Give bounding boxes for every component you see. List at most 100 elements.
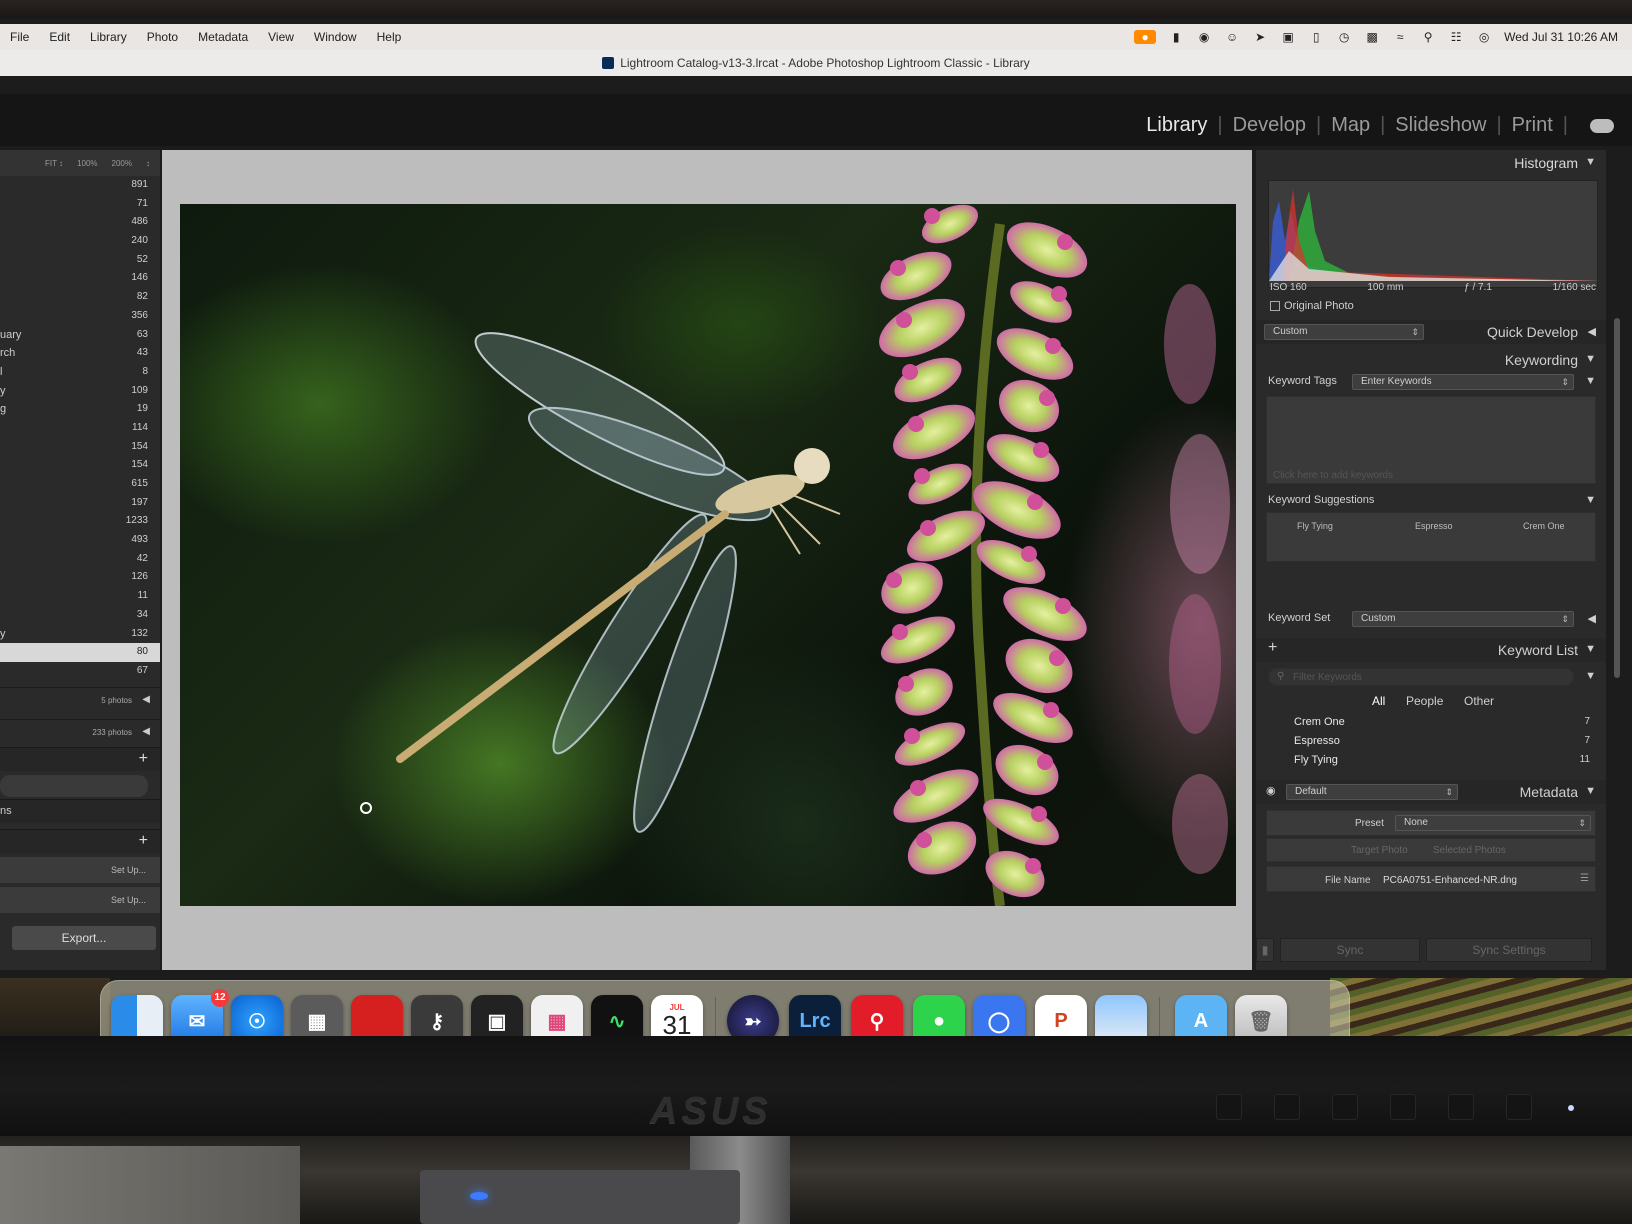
folder-row[interactable]: 67 (0, 662, 160, 681)
keyword-filter-input[interactable]: ⚲ Filter Keywords (1268, 668, 1574, 686)
folder-row[interactable]: 154 (0, 456, 160, 475)
zoom-menu[interactable]: ↕ (146, 159, 150, 168)
calendar-icon[interactable]: JUL 31 (651, 995, 703, 1038)
publish-services-header[interactable]: + (0, 828, 160, 853)
publish-service-row[interactable]: Set Up... (0, 856, 160, 883)
list-icon[interactable]: ☰ (1580, 873, 1589, 884)
collection-row[interactable]: ns (0, 798, 160, 823)
eye-icon[interactable]: ◉ (1196, 30, 1212, 44)
folder-row[interactable]: 154 (0, 438, 160, 457)
keyword-item[interactable]: Fly Tying (1294, 754, 1338, 766)
collections-header[interactable]: + (0, 746, 160, 771)
module-library[interactable]: Library (1146, 114, 1207, 137)
monitor-button[interactable] (1216, 1094, 1242, 1120)
cloud-icon[interactable] (1590, 118, 1614, 133)
keyword-entry-area[interactable]: Click here to add keywords (1266, 396, 1596, 484)
mail-icon[interactable]: ✉ 12 (171, 989, 229, 1038)
keyword-tags-dropdown[interactable]: Enter Keywords ⇕ (1352, 374, 1574, 390)
right-scrollbar[interactable] (1614, 318, 1620, 678)
add-publish-icon[interactable]: + (139, 832, 148, 850)
metadata-header[interactable]: ◉ Default ⇕ Metadata ▼ (1256, 780, 1606, 804)
smart-collection-row[interactable]: 5 photos ◀ (0, 686, 160, 713)
folder-row[interactable]: 486 (0, 213, 160, 232)
panel-toggle-icon[interactable]: ▮ (1256, 938, 1274, 962)
arrow-left-icon[interactable]: ◀ (142, 694, 150, 705)
sync-settings-button[interactable]: Sync Settings (1426, 938, 1592, 962)
export-button[interactable]: Export... (12, 926, 156, 950)
battery-icon[interactable]: ▯ (1308, 30, 1324, 44)
sync-button[interactable]: Sync (1280, 938, 1420, 962)
folder-row[interactable]: 52 (0, 251, 160, 270)
metadata-preset-dropdown[interactable]: Default ⇕ (1286, 784, 1458, 800)
keychain-icon[interactable]: ⚷ (411, 995, 463, 1038)
bookmark-icon[interactable]: ▮ (1168, 30, 1184, 44)
siri-icon[interactable]: ◎ (1476, 30, 1492, 44)
selected-photos-button[interactable]: Selected Photos (1433, 845, 1506, 856)
keyword-list-header[interactable]: + Keyword List ▼ (1256, 638, 1606, 662)
module-print[interactable]: Print (1512, 114, 1553, 137)
collapse-triangle-icon[interactable]: ▼ (1585, 156, 1596, 168)
arrow-left-icon[interactable]: ◀ (142, 726, 150, 737)
monitor-icon[interactable]: ▣ (1280, 30, 1296, 44)
folder-row[interactable]: 71 (0, 195, 160, 214)
folder-row[interactable]: y 132 (0, 625, 160, 644)
folder-row[interactable]: 34 (0, 606, 160, 625)
folder-row[interactable]: l8 (0, 363, 160, 382)
keywording-header[interactable]: Keywording ▼ (1256, 348, 1606, 372)
robot-icon[interactable]: ☺ (1224, 30, 1240, 44)
keyword-item[interactable]: Crem One (1294, 716, 1345, 728)
microphone-icon[interactable]: ● (1134, 30, 1157, 44)
folder-row[interactable]: 11 (0, 587, 160, 606)
folder-row[interactable]: uary 63 (0, 326, 160, 345)
collapse-triangle-icon[interactable]: ▼ (1585, 494, 1596, 506)
monitor-power-button[interactable] (1506, 1094, 1532, 1120)
setup-button[interactable]: Set Up... (111, 865, 146, 875)
filter-dropdown-icon[interactable]: ▼ (1585, 670, 1596, 682)
trash-icon[interactable]: 🗑 (1235, 995, 1287, 1038)
preview-icon[interactable] (1095, 995, 1147, 1038)
original-photo-toggle[interactable]: Original Photo (1270, 300, 1354, 312)
histogram-chart[interactable] (1268, 180, 1599, 288)
tab-other[interactable]: Other (1464, 694, 1494, 708)
add-keyword-icon[interactable]: + (1268, 639, 1277, 657)
folder-row[interactable]: g 19 (0, 400, 160, 419)
zoom-100[interactable]: 100% (77, 159, 97, 168)
preset-dropdown[interactable]: None ⇕ (1395, 815, 1591, 831)
collapse-triangle-icon[interactable]: ◀ (1588, 612, 1596, 625)
saved-preset-dropdown[interactable]: Custom ⇕ (1264, 324, 1424, 340)
folder-row[interactable]: 197 (0, 494, 160, 513)
menu-view[interactable]: View (268, 30, 294, 44)
keyword-item[interactable]: Espresso (1294, 735, 1340, 747)
signal-icon[interactable]: ◯ (973, 995, 1025, 1038)
applications-folder-icon[interactable]: A (1175, 995, 1227, 1038)
menu-window[interactable]: Window (314, 30, 357, 44)
mission-control-icon[interactable]: ▣ (471, 995, 523, 1038)
menu-file[interactable]: File (10, 30, 29, 44)
smart-collection-row[interactable]: 233 photos ◀ (0, 718, 160, 745)
folder-row[interactable]: 146 (0, 269, 160, 288)
finder-icon[interactable] (111, 995, 163, 1038)
lightroom-icon[interactable]: ➳ (727, 995, 779, 1038)
module-slideshow[interactable]: Slideshow (1395, 114, 1486, 137)
folder-row[interactable]: 240 (0, 232, 160, 251)
powerpoint-icon[interactable]: P (1035, 995, 1087, 1038)
display-icon[interactable]: ▩ (1364, 30, 1380, 44)
histogram-header[interactable]: Histogram ▼ (1256, 150, 1606, 176)
signal-icon[interactable]: ➤ (1252, 30, 1268, 44)
zoom-fit[interactable]: FIT ↕ (45, 159, 63, 168)
menu-help[interactable]: Help (377, 30, 402, 44)
folder-row[interactable]: 891 (0, 176, 160, 195)
clock-icon[interactable]: ◷ (1336, 30, 1352, 44)
zoom-200[interactable]: 200% (112, 159, 132, 168)
red-app-icon[interactable] (351, 995, 403, 1038)
folder-row[interactable]: 82 (0, 288, 160, 307)
control-center-icon[interactable]: ☷ (1448, 30, 1464, 44)
wifi-icon[interactable]: ≈ (1392, 30, 1408, 44)
calculator-icon[interactable]: ▦ (291, 995, 343, 1038)
monitor-button[interactable] (1390, 1094, 1416, 1120)
suggestion-fly-tying[interactable]: Fly Tying (1297, 521, 1333, 531)
publish-service-row[interactable]: Set Up... (0, 886, 160, 913)
collapse-triangle-icon[interactable]: ▼ (1585, 375, 1596, 387)
module-develop[interactable]: Develop (1233, 114, 1306, 137)
folder-row[interactable]: 493 (0, 531, 160, 550)
